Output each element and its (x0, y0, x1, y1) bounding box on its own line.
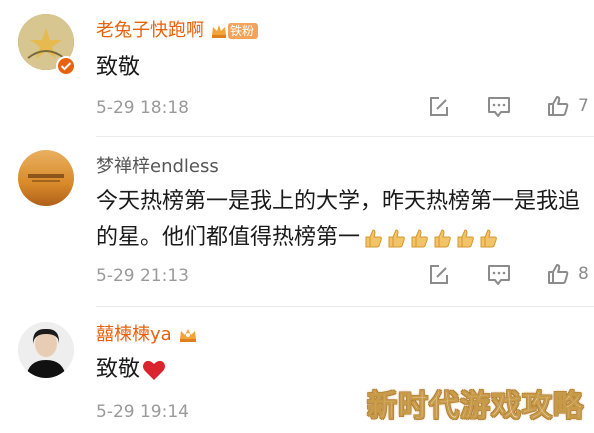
comment-username[interactable]: 老兔子快跑啊 铁粉 (96, 20, 259, 42)
edit-icon (430, 265, 448, 284)
edit-button[interactable] (428, 96, 450, 118)
watermark: 新时代游戏攻略 (367, 389, 584, 425)
comment-username[interactable]: 囍楝楝ya (96, 324, 198, 346)
thumbs-up-emoji-icon (480, 229, 497, 248)
verified-badge-icon (56, 56, 76, 76)
crown-badge-icon (212, 25, 226, 38)
comment-username[interactable]: 梦禅梓endless (96, 156, 219, 178)
thumbs-up-emoji-icon (365, 229, 382, 248)
avatar[interactable] (18, 322, 74, 378)
avatar[interactable] (18, 150, 74, 206)
like-button[interactable]: 7 (546, 94, 589, 118)
comment-icon (488, 97, 510, 117)
edit-button[interactable] (428, 264, 450, 286)
heart-icon (143, 360, 166, 380)
divider (96, 306, 594, 307)
comment-date: 5-29 19:14 (96, 402, 189, 422)
reply-button[interactable] (487, 264, 511, 286)
like-count: 7 (578, 96, 589, 116)
thumbs-up-emoji-icon (388, 229, 405, 248)
fan-badge: 铁粉 (210, 22, 259, 40)
comment-icon (488, 265, 510, 285)
thumbs-up-emoji-icon (457, 229, 474, 248)
comment-text: 今天热榜第一是我上的大学，昨天热榜第一是我追的星。他们都值得热榜第一 (96, 189, 581, 250)
fan-badge (178, 326, 198, 344)
thumbs-up-icon (548, 96, 569, 116)
edit-icon (430, 97, 448, 116)
thumbs-up-icon (548, 264, 569, 284)
comment-date: 5-29 18:18 (96, 98, 189, 118)
like-button[interactable]: 8 (546, 262, 589, 286)
thumbs-emoji-row (362, 227, 499, 249)
reply-button[interactable] (487, 96, 511, 118)
thumbs-up-emoji-icon (434, 229, 451, 248)
like-count: 8 (578, 264, 589, 284)
thumbs-up-emoji-icon (411, 229, 428, 248)
comment-text: 致敬 (96, 55, 141, 80)
comment-list: 老兔子快跑啊 铁粉 致敬 5-29 18:18 7 梦禅梓endless 今天热… (0, 0, 594, 433)
divider (96, 136, 594, 137)
comment-date: 5-29 21:13 (96, 266, 189, 286)
crown-badge-icon (179, 329, 196, 342)
